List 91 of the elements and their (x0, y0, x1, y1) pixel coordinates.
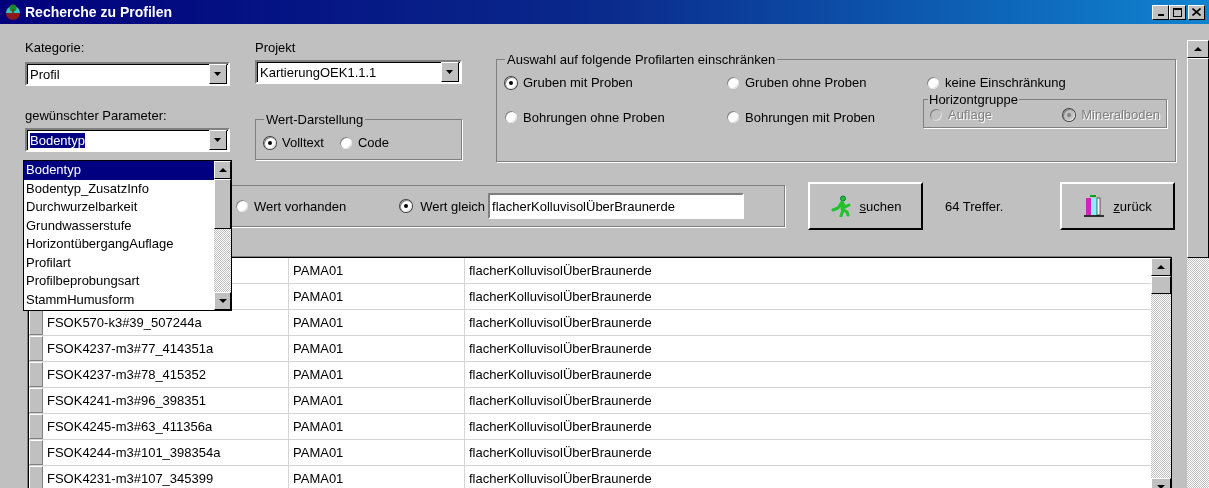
project-label: Projekt (255, 40, 296, 56)
radio-label[interactable]: keine Einschränkung (945, 75, 1066, 90)
door-exit-icon (1083, 194, 1106, 218)
list-item[interactable]: Durchwurzelbarkeit (24, 198, 214, 217)
radio-label[interactable]: Volltext (282, 135, 324, 150)
maximize-icon (1173, 7, 1182, 17)
table-cell: PAMA01 (289, 362, 465, 387)
list-item[interactable]: StammHumusform (24, 290, 214, 309)
list-item[interactable]: Profilart (24, 253, 214, 272)
category-label: Kategorie: (25, 40, 85, 56)
radio-button[interactable] (505, 76, 517, 89)
table-cell-text: flacherKolluvisolÜberBraunerde (468, 392, 653, 410)
category-dropdown[interactable]: Profil (25, 62, 230, 86)
radio-button[interactable] (505, 111, 517, 123)
back-button[interactable]: zurück (1060, 182, 1175, 230)
table-cell-text: flacherKolluvisolÜberBraunerde (468, 340, 653, 358)
radio-label[interactable]: Wert gleich (420, 198, 486, 214)
result-count: 64 Treffer. (945, 198, 1005, 214)
globe-tree-icon (4, 4, 22, 20)
up-arrow-icon (1157, 265, 1165, 269)
window-title: Recherche zu Profilen (25, 4, 174, 20)
group-title: Horizontgruppe (928, 92, 1019, 107)
table-cell: FSOK4231-m3#107_345399 (43, 466, 289, 488)
table-cell: PAMA01 (289, 310, 465, 335)
table-cell-text: flacherKolluvisolÜberBraunerde (468, 262, 653, 280)
caret-icon (214, 138, 222, 142)
radio-button[interactable] (727, 76, 739, 89)
table-cell-text: flacherKolluvisolÜberBraunerde (468, 366, 653, 384)
scroll-thumb[interactable] (1187, 58, 1209, 258)
search-button[interactable]: suchen (808, 182, 923, 230)
scrollbar[interactable] (214, 161, 231, 310)
table-cell-text: flacherKolluvisolÜberBraunerde (468, 288, 653, 306)
scrollbar[interactable] (1151, 258, 1171, 488)
scroll-up-button[interactable] (1187, 40, 1209, 58)
radio-button[interactable] (236, 200, 248, 212)
radio-button[interactable] (400, 200, 413, 212)
table-cell: FSOK4237-m3#78_415352 (43, 362, 289, 387)
list-item[interactable]: HorizontübergangAuflage (24, 235, 214, 254)
radio-button[interactable] (339, 136, 352, 149)
parameter-dropdown[interactable]: Bodentyp (25, 128, 230, 152)
table-cell: FSOK4245-m3#63_411356a (43, 414, 289, 439)
table-cell: FSOK4241-m3#96_398351 (43, 388, 289, 413)
radio-label[interactable]: Bohrungen mit Proben (745, 109, 876, 125)
table-cell-text: flacherKolluvisolÜberBraunerde (468, 470, 653, 488)
up-arrow-icon (218, 168, 227, 172)
table-cell: FSOK4244-m3#101_398354a (43, 440, 289, 465)
table-cell: PAMA01 (289, 466, 465, 488)
table-cell-text: flacherKolluvisolÜberBraunerde (468, 418, 653, 436)
scrollbar[interactable] (1187, 40, 1209, 488)
table-cell: PAMA01 (289, 440, 465, 465)
list-item[interactable]: Grundwasserstufe (24, 216, 214, 235)
radio-button[interactable] (264, 136, 276, 149)
parameter-label: gewünschter Parameter: (25, 108, 167, 124)
list-item[interactable]: Bodentyp_ZusatzInfo (24, 179, 214, 198)
table-cell: PAMA01 (289, 388, 465, 413)
caret-icon (214, 72, 222, 76)
table-cell-text: flacherKolluvisolÜberBraunerde (468, 444, 653, 462)
radio-label[interactable]: Code (357, 135, 389, 150)
table-cell: PAMA01 (289, 284, 465, 309)
scroll-thumb[interactable] (214, 179, 231, 229)
value-field[interactable]: flacherKolluvisolÜberBraunerde (488, 193, 745, 219)
table-cell: FSOK4237-m3#77_414351a (43, 336, 289, 361)
row-header[interactable] (29, 310, 43, 335)
table-cell: PAMA01 (289, 414, 465, 439)
table-cell-text: flacherKolluvisolÜberBraunerde (468, 314, 653, 332)
radio-label[interactable]: Bohrungen ohne Proben (523, 109, 665, 125)
maximize-button[interactable] (1169, 4, 1186, 20)
down-arrow-icon (218, 299, 227, 303)
close-icon (1192, 8, 1201, 16)
radio-button[interactable] (927, 76, 939, 89)
table-cell: PAMA01 (289, 336, 465, 361)
scroll-up-button[interactable] (1151, 258, 1171, 276)
radio-label[interactable]: Gruben ohne Proben (745, 75, 867, 90)
scroll-thumb[interactable] (1151, 276, 1171, 294)
radio-label[interactable]: Wert vorhanden (254, 198, 347, 214)
up-arrow-icon (1194, 47, 1202, 51)
scroll-down-button[interactable] (214, 292, 231, 310)
group-title: Auswahl auf folgende Profilarten einschränken (506, 52, 777, 67)
down-arrow-icon (1157, 485, 1165, 488)
group-title: Wert-Darstellung (265, 112, 365, 127)
list-item[interactable]: Profilbeprobungsart (24, 272, 214, 291)
caret-icon (446, 70, 454, 74)
scroll-up-button[interactable] (214, 161, 231, 179)
table-cell: PAMA01 (289, 258, 465, 283)
list-item[interactable]: Bodentyp (24, 161, 214, 180)
radio-label[interactable]: Gruben mit Proben (523, 75, 633, 90)
minimize-button[interactable] (1152, 4, 1169, 20)
running-figure-icon (829, 195, 852, 217)
radio-button[interactable] (727, 111, 739, 123)
close-button[interactable] (1188, 4, 1205, 20)
project-dropdown[interactable]: KartierungOEK1.1.1 (255, 60, 462, 84)
